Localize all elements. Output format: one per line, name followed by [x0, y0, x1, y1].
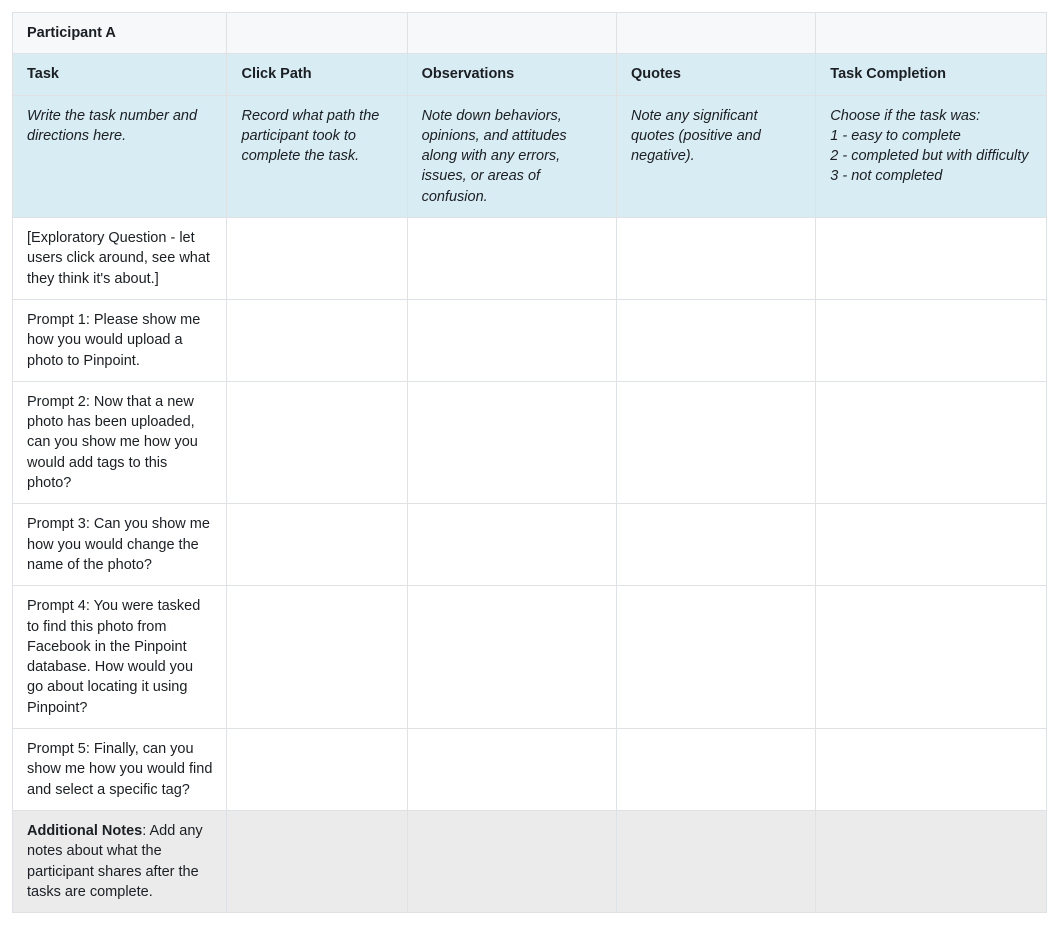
observations-cell: [407, 504, 616, 586]
additional-notes-blank: [407, 810, 616, 912]
task-cell: [Exploratory Question - let users click …: [13, 218, 227, 300]
observations-cell: [407, 729, 616, 811]
additional-notes-row: Additional Notes: Add any notes about wh…: [13, 810, 1047, 912]
participant-blank: [407, 13, 616, 54]
desc-quotes: Note any significant quotes (positive an…: [616, 95, 815, 217]
additional-notes-blank: [616, 810, 815, 912]
column-header-row: Task Click Path Observations Quotes Task…: [13, 54, 1047, 95]
observations-cell: [407, 299, 616, 381]
desc-completion: Choose if the task was: 1 - easy to comp…: [816, 95, 1047, 217]
participant-blank: [616, 13, 815, 54]
additional-notes-cell: Additional Notes: Add any notes about wh…: [13, 810, 227, 912]
participant-row: Participant A: [13, 13, 1047, 54]
usability-test-table: Participant A Task Click Path Observatio…: [12, 12, 1047, 913]
click-path-cell: [227, 218, 407, 300]
header-completion: Task Completion: [816, 54, 1047, 95]
completion-cell: [816, 729, 1047, 811]
table-row: Prompt 5: Finally, can you show me how y…: [13, 729, 1047, 811]
table-row: Prompt 1: Please show me how you would u…: [13, 299, 1047, 381]
observations-cell: [407, 586, 616, 729]
table-row: Prompt 4: You were tasked to find this p…: [13, 586, 1047, 729]
quotes-cell: [616, 586, 815, 729]
observations-cell: [407, 381, 616, 503]
quotes-cell: [616, 299, 815, 381]
additional-notes-blank: [816, 810, 1047, 912]
participant-blank: [816, 13, 1047, 54]
desc-completion-2: 2 - completed but with difficulty: [830, 148, 1028, 164]
completion-cell: [816, 381, 1047, 503]
desc-click-path: Record what path the participant took to…: [227, 95, 407, 217]
table-row: [Exploratory Question - let users click …: [13, 218, 1047, 300]
quotes-cell: [616, 381, 815, 503]
description-row: Write the task number and directions her…: [13, 95, 1047, 217]
observations-cell: [407, 218, 616, 300]
header-quotes: Quotes: [616, 54, 815, 95]
quotes-cell: [616, 504, 815, 586]
quotes-cell: [616, 729, 815, 811]
header-observations: Observations: [407, 54, 616, 95]
additional-notes-label: Additional Notes: [27, 823, 142, 839]
task-cell: Prompt 4: You were tasked to find this p…: [13, 586, 227, 729]
completion-cell: [816, 586, 1047, 729]
header-task: Task: [13, 54, 227, 95]
task-cell: Prompt 1: Please show me how you would u…: [13, 299, 227, 381]
completion-cell: [816, 504, 1047, 586]
desc-completion-intro: Choose if the task was:: [830, 108, 980, 124]
click-path-cell: [227, 381, 407, 503]
table-row: Prompt 3: Can you show me how you would …: [13, 504, 1047, 586]
quotes-cell: [616, 218, 815, 300]
task-cell: Prompt 2: Now that a new photo has been …: [13, 381, 227, 503]
task-cell: Prompt 3: Can you show me how you would …: [13, 504, 227, 586]
desc-completion-1: 1 - easy to complete: [830, 128, 961, 144]
task-cell: Prompt 5: Finally, can you show me how y…: [13, 729, 227, 811]
participant-blank: [227, 13, 407, 54]
completion-cell: [816, 218, 1047, 300]
desc-task: Write the task number and directions her…: [13, 95, 227, 217]
desc-observations: Note down behaviors, opinions, and attit…: [407, 95, 616, 217]
participant-label: Participant A: [13, 13, 227, 54]
click-path-cell: [227, 586, 407, 729]
completion-cell: [816, 299, 1047, 381]
additional-notes-blank: [227, 810, 407, 912]
table-row: Prompt 2: Now that a new photo has been …: [13, 381, 1047, 503]
click-path-cell: [227, 729, 407, 811]
click-path-cell: [227, 299, 407, 381]
click-path-cell: [227, 504, 407, 586]
desc-completion-3: 3 - not completed: [830, 168, 942, 184]
header-click-path: Click Path: [227, 54, 407, 95]
